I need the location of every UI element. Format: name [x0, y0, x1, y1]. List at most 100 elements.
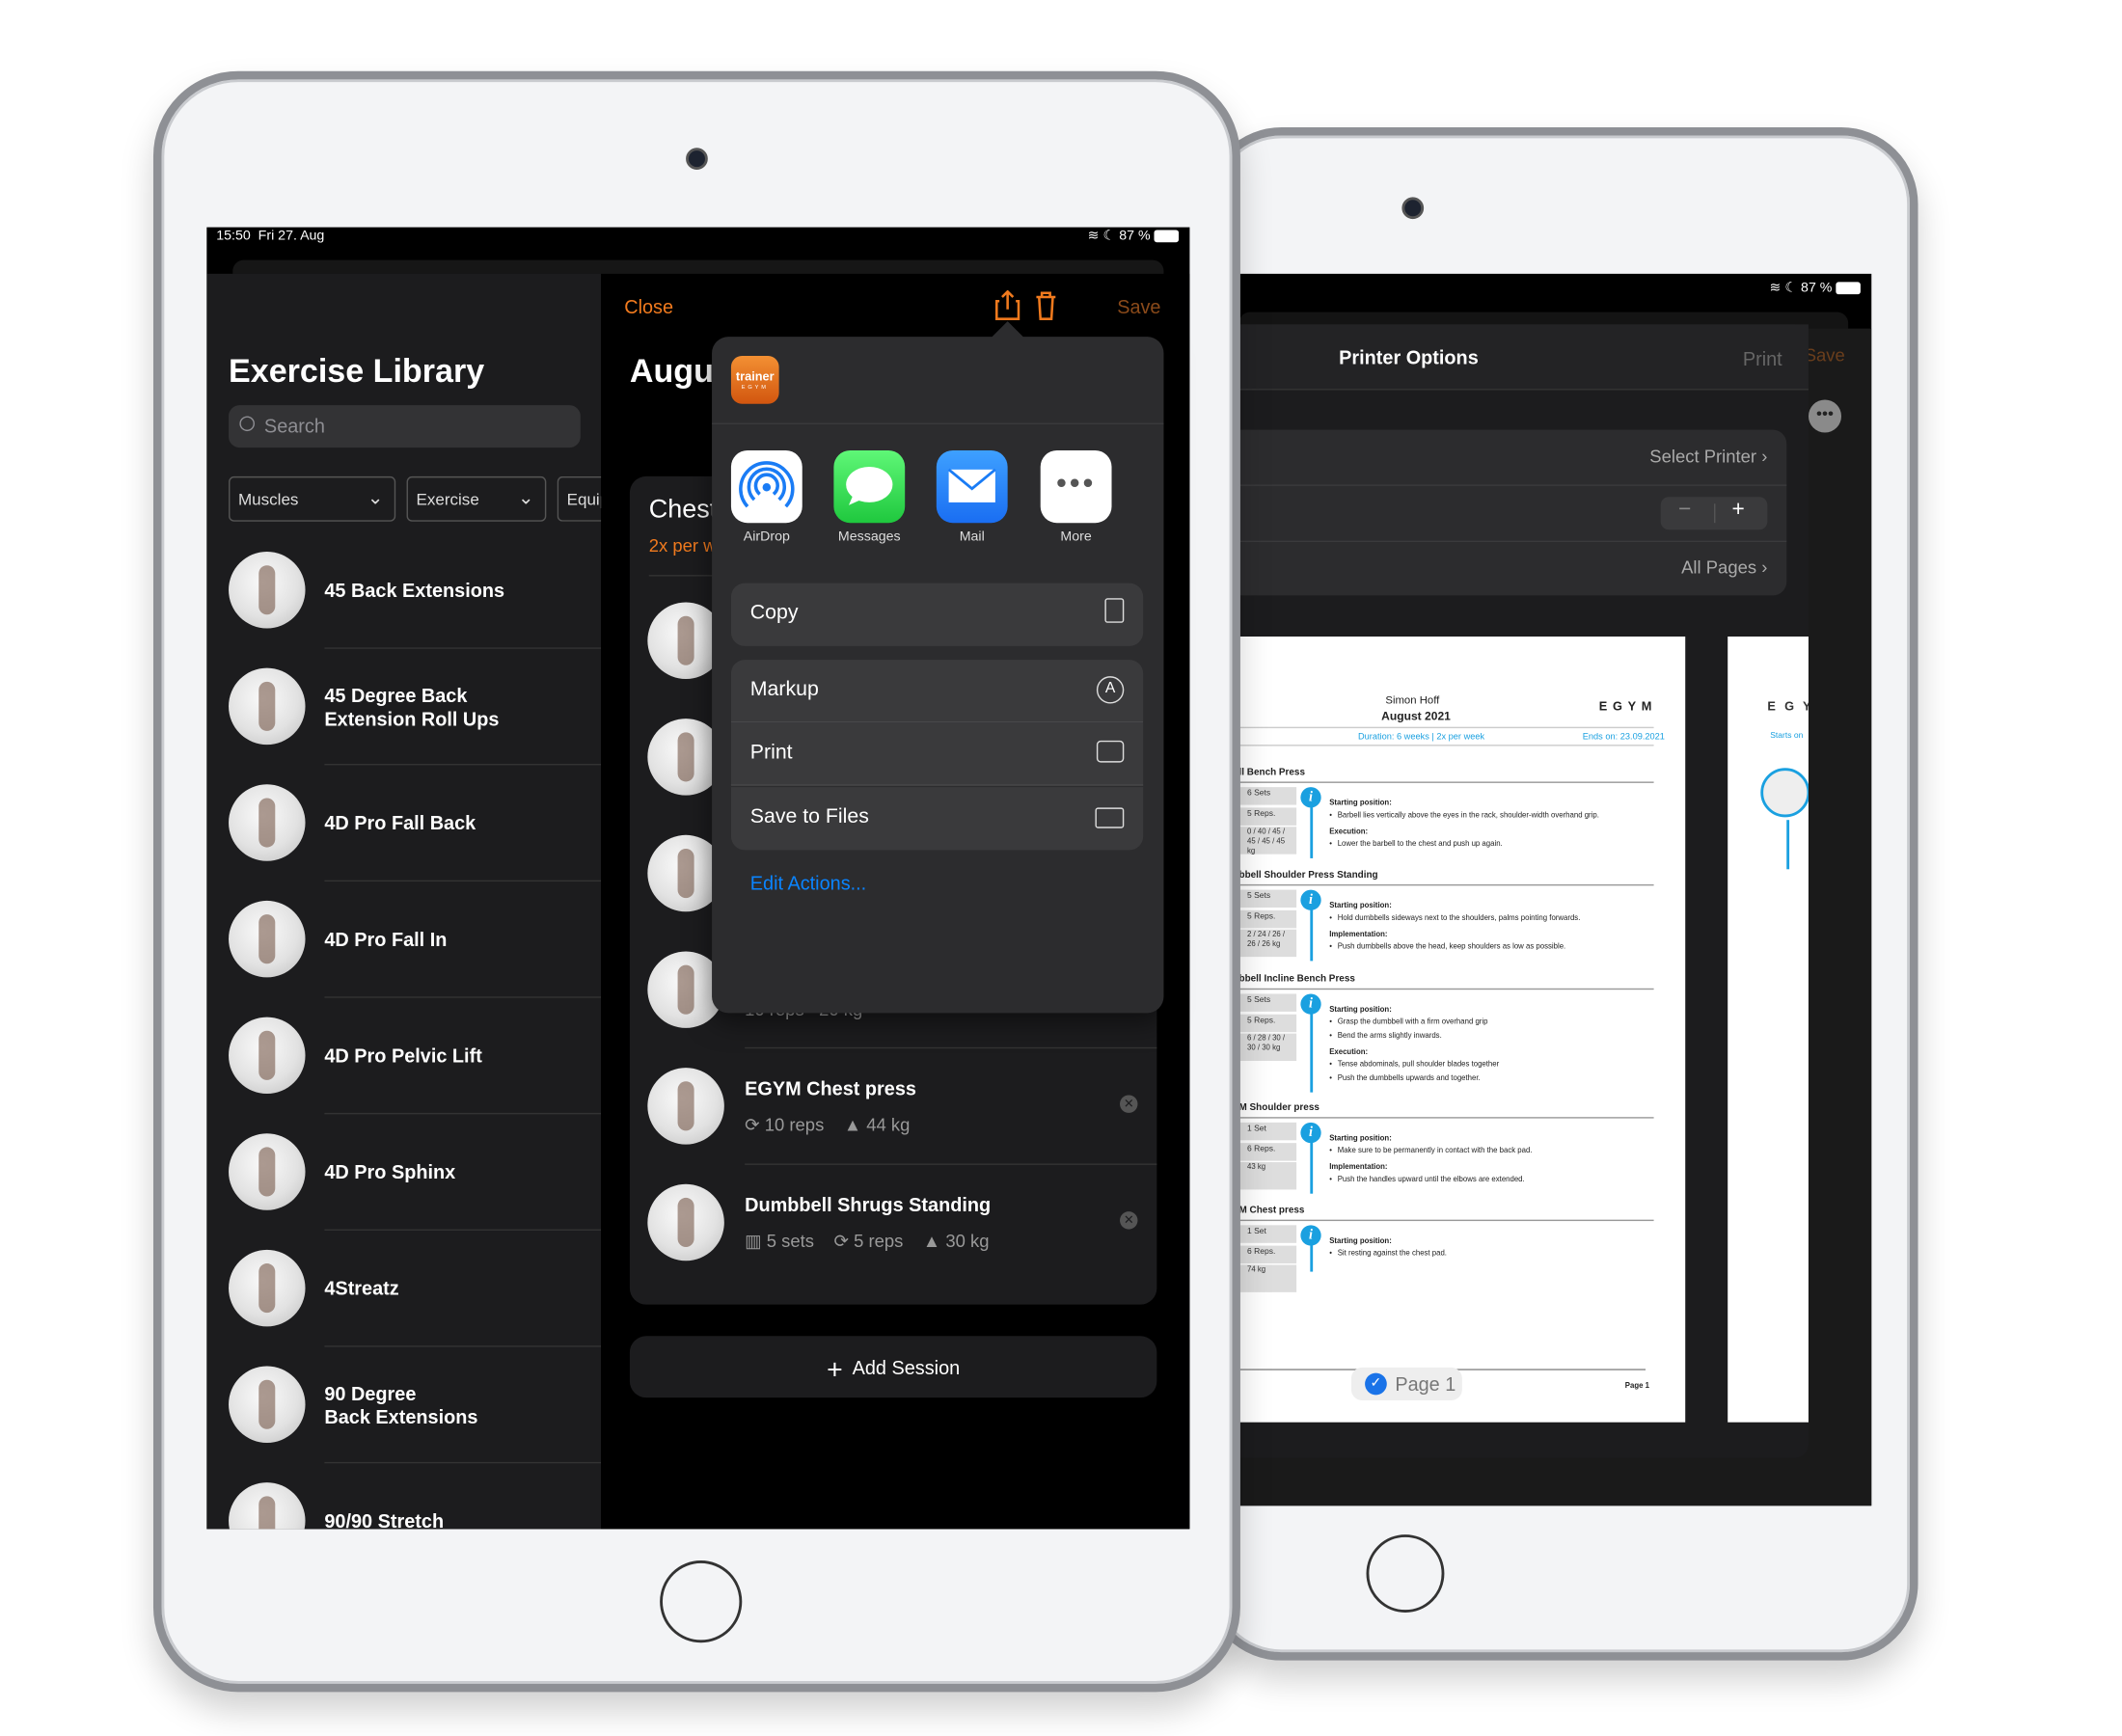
list-item[interactable]: 4Streatz — [206, 1249, 602, 1367]
session-exercise-row[interactable]: Dumbbell Shrugs Standing ▥ 5 sets ⟳ 5 re… — [630, 1183, 1156, 1301]
plus-icon: + — [827, 1355, 843, 1386]
remove-icon[interactable]: ✕ — [1120, 1095, 1138, 1113]
folder-icon — [1095, 807, 1125, 828]
filter-muscles[interactable]: Muscles ⌄ — [229, 475, 396, 522]
wifi-icon: ≋ — [1769, 280, 1782, 296]
save-button[interactable]: Save — [1117, 296, 1160, 318]
document-preview: Simon Hoff August 2021 EGYM Duration: 6 … — [1238, 693, 1665, 1392]
add-session-button[interactable]: + Add Session — [629, 1336, 1157, 1398]
camera — [1401, 197, 1425, 220]
repeat-icon: ⟳ — [833, 1230, 849, 1252]
list-item[interactable]: 4D Pro Fall Back — [206, 784, 602, 901]
doc-section-title: bbell Incline Bench Press — [1238, 974, 1355, 985]
exercise-thumbnail — [647, 1068, 724, 1145]
camera — [686, 148, 708, 170]
list-item[interactable]: 4D Pro Sphinx — [206, 1133, 602, 1250]
exercise-thumbnail — [229, 1249, 306, 1327]
list-item[interactable]: 45 Degree Back Extension Roll Ups — [206, 667, 602, 785]
search-input[interactable]: Search — [229, 405, 581, 448]
airdrop-button[interactable] — [730, 449, 803, 524]
printer-icon — [1096, 740, 1125, 763]
more-icon: ••• — [1055, 465, 1097, 501]
info-icon: i — [1300, 889, 1321, 910]
more-button[interactable]: ••• — [1040, 449, 1112, 524]
trainer-app-icon: trainer EGYM — [730, 356, 779, 404]
copy-icon — [1104, 598, 1125, 623]
exercise-name: 90/90 Stretch — [324, 1509, 445, 1530]
egym-logo: EGYM — [1598, 699, 1658, 714]
save-behind: Save — [1804, 344, 1845, 366]
status-right: ≋ ☾ 87 % — [1087, 229, 1180, 244]
list-item[interactable]: 4D Pro Pelvic Lift — [206, 1017, 602, 1134]
repeat-icon: ⟳ — [745, 1114, 760, 1135]
exercise-thumbnail — [647, 1183, 724, 1261]
info-icon: i — [1300, 1225, 1321, 1246]
exercise-thumbnail — [229, 784, 306, 861]
list-item[interactable]: 45 Back Extensions — [206, 551, 602, 668]
search-icon — [239, 416, 255, 432]
markup-action[interactable]: Markup A — [730, 660, 1144, 723]
stepper-plus[interactable]: + — [1731, 499, 1744, 524]
select-printer-row[interactable]: Select Printer › — [1649, 447, 1767, 467]
exercise-thumbnail — [229, 1366, 306, 1443]
messages-icon — [846, 466, 893, 505]
exercise-thumbnail — [229, 1133, 306, 1210]
markup-icon: A — [1096, 676, 1125, 704]
copy-action[interactable]: Copy — [730, 583, 1144, 646]
list-item[interactable]: 90 Degree Back Extensions — [206, 1366, 602, 1483]
exercise-name: 45 Degree Back Extension Roll Ups — [324, 684, 500, 730]
doc-section-title: bbell Shoulder Press Standing — [1238, 870, 1378, 881]
exercise-thumbnail — [229, 1017, 306, 1095]
doc-section-title: M Chest press — [1238, 1206, 1305, 1216]
chevron-down-icon: ⌄ — [367, 485, 384, 508]
sheet-title: Printer Options — [1339, 346, 1479, 368]
preview-page-2[interactable]: E G Y Starts on — [1728, 636, 1809, 1423]
page-range-row[interactable]: All Pages › — [1681, 557, 1767, 578]
close-button[interactable]: Close — [624, 296, 673, 318]
trash-icon[interactable] — [1035, 290, 1057, 320]
save-to-files-action[interactable]: Save to Files — [730, 787, 1144, 851]
info-icon: i — [1300, 993, 1321, 1015]
home-button[interactable] — [1366, 1534, 1445, 1613]
exercise-name: 4D Pro Fall Back — [324, 811, 476, 834]
more-icon[interactable]: ••• — [1808, 399, 1842, 433]
filter-exercise[interactable]: Exercise ⌄ — [406, 475, 547, 522]
status-date: Fri 27. Aug — [258, 229, 325, 244]
wifi-icon: ≋ — [1087, 229, 1100, 244]
list-item[interactable]: 90/90 Stretch — [206, 1482, 601, 1530]
exercise-thumbnail — [229, 667, 306, 746]
status-bar: ≋ ☾ 87 % — [1770, 281, 1861, 296]
exercise-name: EGYM Chest press — [745, 1077, 916, 1099]
exercise-name: 4D Pro Fall In — [324, 928, 448, 951]
status-time: 15:50 — [216, 229, 251, 244]
options-group: Select Printer › − + All Pages › — [1238, 429, 1787, 596]
page-title: Exercise Library — [229, 353, 485, 391]
print-button[interactable]: Print — [1743, 348, 1782, 370]
copies-stepper[interactable]: − + — [1660, 497, 1768, 530]
session-exercise-row[interactable]: EGYM Chest press ⟳ 10 reps ▲ 44 kg ✕ — [630, 1068, 1157, 1184]
stepper-minus[interactable]: − — [1678, 499, 1691, 524]
share-icon[interactable] — [995, 289, 1020, 320]
status-bar: 15:50 Fri 27. Aug — [216, 229, 324, 244]
chevron-down-icon: ⌄ — [517, 485, 534, 508]
home-button[interactable] — [660, 1560, 743, 1643]
mail-button[interactable] — [936, 449, 1008, 524]
page-badge[interactable]: ✓ Page 1 — [1350, 1367, 1462, 1400]
weight-icon: ▲ — [843, 1114, 862, 1135]
battery-icon — [1836, 282, 1861, 294]
doc-section-title: ll Bench Press — [1238, 768, 1305, 778]
exercise-name: 4Streatz — [324, 1277, 399, 1299]
checkmark-icon: ✓ — [1365, 1372, 1387, 1396]
list-item[interactable]: 4D Pro Fall In — [206, 900, 602, 1017]
edit-actions-link[interactable]: Edit Actions... — [750, 872, 866, 894]
session-title: Chest — [648, 495, 718, 525]
exercise-library-sidebar: Exercise Library Search Muscles ⌄ Exercis… — [206, 273, 639, 1530]
session-frequency: 2x per w — [648, 534, 717, 556]
moon-icon: ☾ — [1102, 229, 1116, 244]
messages-button[interactable] — [833, 449, 906, 524]
chevron-right-icon: › — [1761, 556, 1768, 578]
battery-percent: 87 % — [1801, 280, 1833, 296]
battery-percent: 87 % — [1119, 229, 1151, 244]
remove-icon[interactable]: ✕ — [1120, 1211, 1138, 1230]
print-action[interactable]: Print — [730, 722, 1144, 786]
